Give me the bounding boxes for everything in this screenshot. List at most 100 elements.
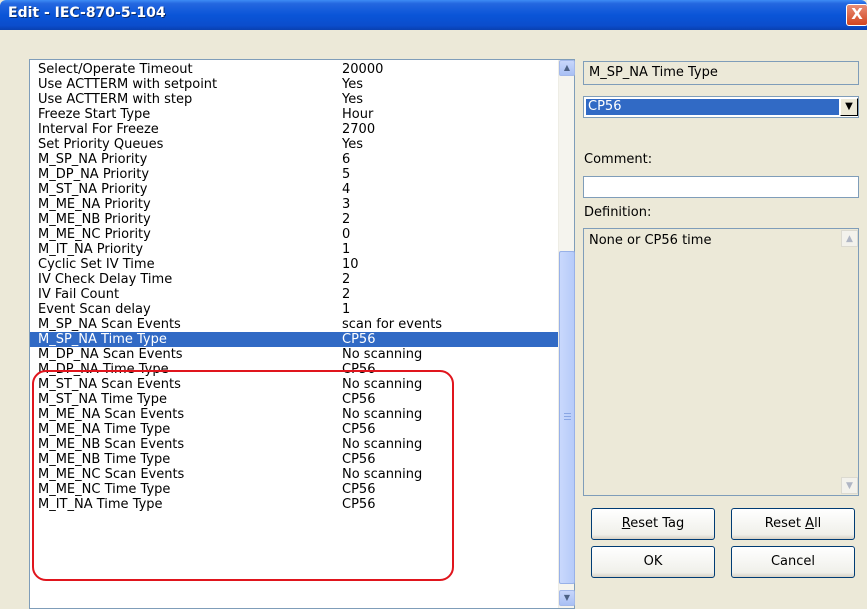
list-item[interactable]: Interval For Freeze 2700 bbox=[30, 122, 558, 137]
dropdown-button[interactable]: ▼ bbox=[840, 98, 858, 116]
item-name: M_DP_NA Time Type bbox=[38, 362, 169, 377]
item-value: 2 bbox=[342, 287, 351, 302]
list-item[interactable]: M_ME_NB Priority 2 bbox=[30, 212, 558, 227]
item-name: M_ME_NB Scan Events bbox=[38, 437, 185, 452]
item-value: 6 bbox=[342, 152, 351, 167]
item-name: M_SP_NA Priority bbox=[38, 152, 148, 167]
close-icon: X bbox=[851, 5, 863, 23]
definition-scrollbar[interactable]: ▲ ▼ bbox=[841, 230, 858, 494]
item-name: M_SP_NA Time Type bbox=[38, 332, 167, 347]
reset-all-label-end: ll bbox=[814, 516, 822, 531]
definition-text: None or CP56 time bbox=[589, 233, 712, 248]
list-item[interactable]: IV Fail Count 2 bbox=[30, 287, 558, 302]
list-item[interactable]: Use ACTTERM with step Yes bbox=[30, 92, 558, 107]
list-item[interactable]: M_DP_NA Time Type CP56 bbox=[30, 362, 558, 377]
scroll-thumb[interactable] bbox=[559, 251, 575, 584]
item-name: Interval For Freeze bbox=[38, 122, 159, 137]
list-item[interactable]: M_ST_NA Time Type CP56 bbox=[30, 392, 558, 407]
dropdown-selected-value: CP56 bbox=[586, 99, 839, 115]
dialog-client-area: Select/Operate Timeout 20000 Use ACTTERM w… bbox=[3, 30, 864, 609]
definition-scroll-up[interactable]: ▲ bbox=[841, 230, 858, 247]
list-item[interactable]: Set Priority Queues Yes bbox=[30, 137, 558, 152]
reset-tag-button[interactable]: Reset Tag bbox=[591, 508, 715, 540]
item-value: 0 bbox=[342, 227, 351, 242]
list-item[interactable]: M_ST_NA Scan Events No scanning bbox=[30, 377, 558, 392]
item-value: CP56 bbox=[342, 452, 376, 467]
definition-box: None or CP56 time ▲ ▼ bbox=[583, 228, 859, 496]
parameter-list[interactable]: Select/Operate Timeout 20000 Use ACTTERM w… bbox=[29, 59, 575, 609]
close-button[interactable]: X bbox=[846, 4, 867, 26]
item-value: No scanning bbox=[342, 377, 423, 392]
list-item[interactable]: M_ST_NA Priority 4 bbox=[30, 182, 558, 197]
list-item[interactable]: Freeze Start Type Hour bbox=[30, 107, 558, 122]
title-bar[interactable]: Edit - IEC-870-5-104 X bbox=[0, 0, 867, 30]
list-item[interactable]: M_DP_NA Scan Events No scanning bbox=[30, 347, 558, 362]
item-name: IV Fail Count bbox=[38, 287, 120, 302]
comment-input[interactable] bbox=[583, 176, 859, 198]
list-item[interactable]: M_ME_NA Time Type CP56 bbox=[30, 422, 558, 437]
list-item[interactable]: Event Scan delay 1 bbox=[30, 302, 558, 317]
list-item[interactable]: M_ME_NC Scan Events No scanning bbox=[30, 467, 558, 482]
item-name: M_IT_NA Time Type bbox=[38, 497, 163, 512]
value-dropdown[interactable]: CP56 ▼ bbox=[583, 96, 859, 118]
list-item[interactable]: M_ME_NA Priority 3 bbox=[30, 197, 558, 212]
list-item[interactable]: M_ME_NA Scan Events No scanning bbox=[30, 407, 558, 422]
scroll-down-button[interactable]: ▼ bbox=[559, 590, 575, 606]
item-name: Freeze Start Type bbox=[38, 107, 151, 122]
item-value: CP56 bbox=[342, 332, 376, 347]
item-value: CP56 bbox=[342, 482, 376, 497]
list-item[interactable]: M_DP_NA Priority 5 bbox=[30, 167, 558, 182]
item-name: Set Priority Queues bbox=[38, 137, 164, 152]
edit-dialog: Edit - IEC-870-5-104 X Select/Operate Ti… bbox=[0, 0, 867, 609]
item-name: M_DP_NA Priority bbox=[38, 167, 150, 182]
item-value: No scanning bbox=[342, 347, 423, 362]
item-name: M_ME_NA Time Type bbox=[38, 422, 171, 437]
reset-all-label-start: Reset bbox=[764, 516, 806, 531]
triangle-down-icon: ▼ bbox=[563, 593, 571, 602]
item-name: Use ACTTERM with step bbox=[38, 92, 193, 107]
item-value: 4 bbox=[342, 182, 351, 197]
item-value: CP56 bbox=[342, 422, 376, 437]
list-item[interactable]: M_SP_NA Priority 6 bbox=[30, 152, 558, 167]
item-name: M_DP_NA Scan Events bbox=[38, 347, 183, 362]
reset-all-button[interactable]: Reset All bbox=[731, 508, 855, 540]
item-value: Yes bbox=[342, 77, 363, 92]
cancel-button[interactable]: Cancel bbox=[731, 546, 855, 578]
item-value: 2700 bbox=[342, 122, 376, 137]
list-item[interactable]: M_ME_NC Time Type CP56 bbox=[30, 482, 558, 497]
list-item[interactable]: M_ME_NC Priority 0 bbox=[30, 227, 558, 242]
thumb-grip bbox=[564, 413, 571, 414]
ok-button[interactable]: OK bbox=[591, 546, 715, 578]
item-name: M_IT_NA Priority bbox=[38, 242, 144, 257]
reset-tag-mnemonic: R bbox=[621, 516, 631, 531]
item-name: M_ST_NA Priority bbox=[38, 182, 148, 197]
list-item[interactable]: Use ACTTERM with setpoint Yes bbox=[30, 77, 558, 92]
definition-label: Definition: bbox=[584, 205, 652, 220]
list-item[interactable]: IV Check Delay Time 2 bbox=[30, 272, 558, 287]
list-item[interactable]: M_SP_NA Time Type CP56 bbox=[30, 332, 558, 347]
list-item[interactable]: M_ME_NB Time Type CP56 bbox=[30, 452, 558, 467]
scroll-up-button[interactable]: ▲ bbox=[559, 60, 575, 76]
list-scrollbar[interactable]: ▲ ▼ bbox=[558, 60, 575, 608]
item-name: M_SP_NA Scan Events bbox=[38, 317, 181, 332]
reset-all-mnemonic: A bbox=[805, 516, 815, 531]
item-value: 20000 bbox=[342, 62, 384, 77]
item-value: 5 bbox=[342, 167, 351, 182]
list-item[interactable]: M_ME_NB Scan Events No scanning bbox=[30, 437, 558, 452]
triangle-up-icon: ▲ bbox=[563, 63, 571, 72]
item-name: M_ME_NC Scan Events bbox=[38, 467, 185, 482]
thumb-grip bbox=[564, 419, 571, 420]
list-item[interactable]: M_IT_NA Priority 1 bbox=[30, 242, 558, 257]
item-value: CP56 bbox=[342, 392, 376, 407]
item-value: CP56 bbox=[342, 497, 376, 512]
item-name: IV Check Delay Time bbox=[38, 272, 173, 287]
list-item[interactable]: M_IT_NA Time Type CP56 bbox=[30, 497, 558, 512]
item-value: Yes bbox=[342, 92, 363, 107]
item-name: M_ME_NB Time Type bbox=[38, 452, 171, 467]
item-name: M_ME_NA Scan Events bbox=[38, 407, 185, 422]
definition-scroll-down[interactable]: ▼ bbox=[841, 477, 858, 494]
list-item[interactable]: Select/Operate Timeout 20000 bbox=[30, 62, 558, 77]
item-value: Yes bbox=[342, 137, 363, 152]
list-item[interactable]: M_SP_NA Scan Events scan for events bbox=[30, 317, 558, 332]
list-item[interactable]: Cyclic Set IV Time 10 bbox=[30, 257, 558, 272]
